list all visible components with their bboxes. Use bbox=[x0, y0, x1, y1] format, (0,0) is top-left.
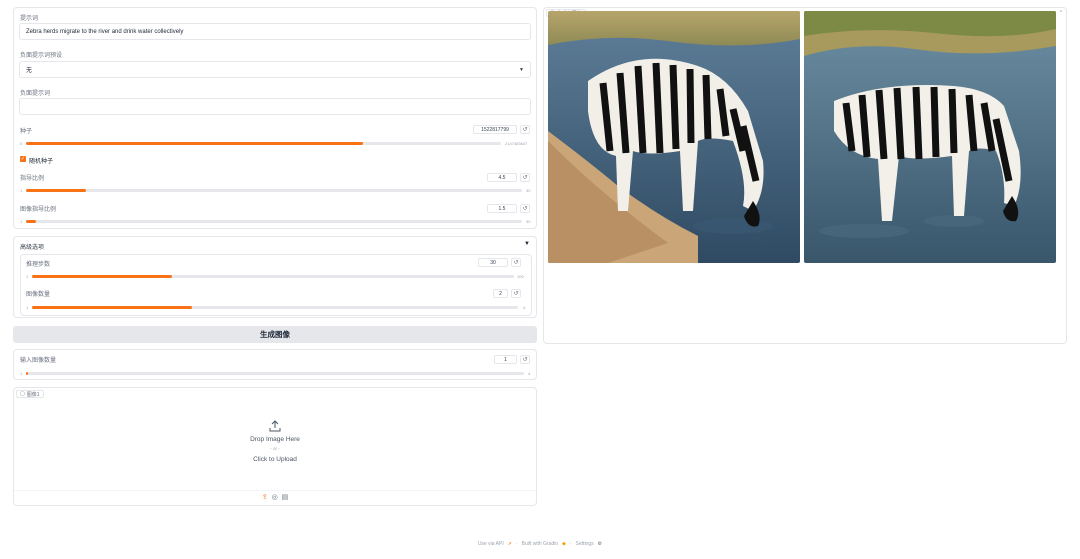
image-upload-tag: ▢ 图像1 bbox=[16, 390, 44, 398]
input-count-number-input[interactable]: 1 bbox=[494, 355, 517, 364]
input-count-slider[interactable] bbox=[26, 372, 524, 375]
negative-preset-select[interactable]: 无 ▼ bbox=[19, 61, 531, 78]
guidance-slider-fill bbox=[26, 189, 86, 192]
gallery-image-1[interactable] bbox=[548, 11, 800, 263]
triangle-down-icon: ▼ bbox=[524, 241, 530, 247]
num-images-slider-fill bbox=[32, 306, 193, 309]
advanced-options-accordion: 高级选项 ▼ 推理步数 30 ↺ 1 100 图像数量 2 ↺ 1 4 bbox=[13, 236, 537, 318]
guidance-reset-button[interactable]: ↺ bbox=[520, 173, 530, 182]
collapse-icon[interactable]: ⌃ bbox=[1059, 10, 1063, 16]
zebra-image-1 bbox=[548, 11, 800, 263]
steps-reset-button[interactable]: ↺ bbox=[511, 258, 521, 267]
random-seed-label: 随机种子 bbox=[29, 159, 54, 165]
random-seed-checkbox[interactable]: ✓ bbox=[20, 156, 26, 162]
image-dropzone[interactable]: Drop Image Here - or - Click to Upload bbox=[14, 400, 536, 490]
prompt-label: 提示词 bbox=[20, 16, 39, 22]
input-count-slider-fill bbox=[26, 372, 29, 375]
seed-max: 2147483647 bbox=[505, 141, 528, 146]
seed-label: 种子 bbox=[20, 129, 33, 135]
clipboard-icon[interactable]: ▤ bbox=[282, 493, 289, 501]
num-images-min: 1 bbox=[26, 305, 29, 310]
image-icon: ▢ bbox=[20, 391, 25, 397]
footer: Use via API ➚ · Built with Gradio ◆ · Se… bbox=[0, 541, 1080, 547]
steps-slider-fill bbox=[32, 275, 172, 278]
steps-max: 100 bbox=[517, 274, 524, 279]
gallery-image-2[interactable] bbox=[804, 11, 1056, 263]
image-guidance-label: 图像指导比例 bbox=[20, 207, 57, 213]
gear-icon: ⚙ bbox=[597, 541, 603, 547]
upload-source-toolbar: ⇪ ◎ ▤ bbox=[14, 493, 536, 501]
upload-icon bbox=[269, 420, 281, 432]
guidance-number-input[interactable]: 4.5 bbox=[487, 173, 517, 182]
advanced-options-body: 推理步数 30 ↺ 1 100 图像数量 2 ↺ 1 4 bbox=[20, 254, 532, 316]
num-images-number-input[interactable]: 2 bbox=[493, 289, 508, 298]
drop-text: Drop Image Here bbox=[250, 436, 300, 443]
zebra-image-2 bbox=[804, 11, 1056, 263]
guidance-label: 指导比例 bbox=[20, 176, 45, 182]
image-upload-tag-label: 图像1 bbox=[26, 391, 40, 398]
reset-icon: ↺ bbox=[513, 291, 519, 297]
upload-toolbar-divider bbox=[14, 490, 536, 491]
seed-reset-button[interactable]: ↺ bbox=[520, 125, 530, 134]
input-count-reset-button[interactable]: ↺ bbox=[520, 355, 530, 364]
image-guidance-max: 30 bbox=[526, 219, 531, 224]
seed-min: 0 bbox=[20, 141, 23, 146]
image-upload-panel: ▢ 图像1 Drop Image Here - or - Click to Up… bbox=[13, 387, 537, 506]
seed-number-input[interactable]: 1522817799 bbox=[473, 125, 517, 134]
image-guidance-slider-fill bbox=[26, 220, 36, 223]
webcam-icon[interactable]: ◎ bbox=[272, 493, 278, 501]
steps-number-input[interactable]: 30 bbox=[478, 258, 508, 267]
reset-icon: ↺ bbox=[522, 357, 528, 363]
num-images-label: 图像数量 bbox=[26, 292, 51, 298]
advanced-options-title: 高级选项 bbox=[20, 245, 45, 251]
reset-icon: ↺ bbox=[522, 127, 528, 133]
steps-label: 推理步数 bbox=[26, 262, 51, 268]
image-guidance-reset-button[interactable]: ↺ bbox=[520, 204, 530, 213]
input-count-panel: 输入图像数量 1 ↺ 1 4 bbox=[13, 349, 537, 380]
negative-preset-label: 负面提示词预设 bbox=[20, 53, 63, 59]
reset-icon: ↺ bbox=[513, 260, 519, 266]
reset-icon: ↺ bbox=[522, 175, 528, 181]
image-guidance-number-input[interactable]: 1.5 bbox=[487, 204, 517, 213]
use-api-link[interactable]: Use via API bbox=[478, 541, 504, 547]
rocket-icon: ➚ bbox=[507, 541, 512, 547]
guidance-slider[interactable] bbox=[26, 189, 522, 192]
steps-min: 1 bbox=[26, 274, 29, 279]
guidance-min: 1 bbox=[20, 188, 23, 193]
gradio-logo-icon: ◆ bbox=[562, 541, 566, 547]
negative-prompt-label: 负面提示词 bbox=[20, 91, 51, 97]
image-guidance-slider[interactable] bbox=[26, 220, 522, 223]
or-text: - or - bbox=[270, 446, 280, 451]
input-count-label: 输入图像数量 bbox=[20, 358, 57, 364]
guidance-max: 30 bbox=[526, 188, 531, 193]
seed-slider[interactable] bbox=[26, 142, 501, 145]
footer-separator: · bbox=[569, 541, 572, 547]
footer-separator: · bbox=[515, 541, 518, 547]
upload-icon[interactable]: ⇪ bbox=[262, 493, 268, 501]
image-guidance-min: 1 bbox=[20, 219, 23, 224]
input-count-min: 1 bbox=[20, 371, 23, 376]
settings-link[interactable]: Settings bbox=[576, 541, 594, 547]
generate-button[interactable]: 生成图像 bbox=[13, 326, 537, 343]
check-icon: ✓ bbox=[20, 156, 26, 162]
click-upload-text: Click to Upload bbox=[253, 456, 297, 463]
prompt-input[interactable]: Zebra herds migrate to the river and dri… bbox=[19, 23, 531, 40]
seed-slider-fill bbox=[26, 142, 364, 145]
gallery-panel: ▢ 生成的图像 ⌃ bbox=[543, 7, 1067, 344]
num-images-max: 4 bbox=[523, 305, 526, 310]
negative-preset-value: 无 bbox=[26, 68, 33, 74]
negative-prompt-input[interactable] bbox=[19, 98, 531, 115]
num-images-reset-button[interactable]: ↺ bbox=[511, 289, 521, 298]
triangle-down-icon: ▼ bbox=[519, 66, 524, 73]
advanced-options-header[interactable]: 高级选项 ▼ bbox=[14, 237, 536, 252]
input-count-max: 4 bbox=[528, 371, 531, 376]
parameters-panel: 提示词 Zebra herds migrate to the river and… bbox=[13, 7, 537, 229]
num-images-slider[interactable] bbox=[32, 306, 518, 309]
steps-slider[interactable] bbox=[32, 275, 514, 278]
reset-icon: ↺ bbox=[522, 206, 528, 212]
built-with-gradio-link[interactable]: Built with Gradio bbox=[522, 541, 558, 547]
